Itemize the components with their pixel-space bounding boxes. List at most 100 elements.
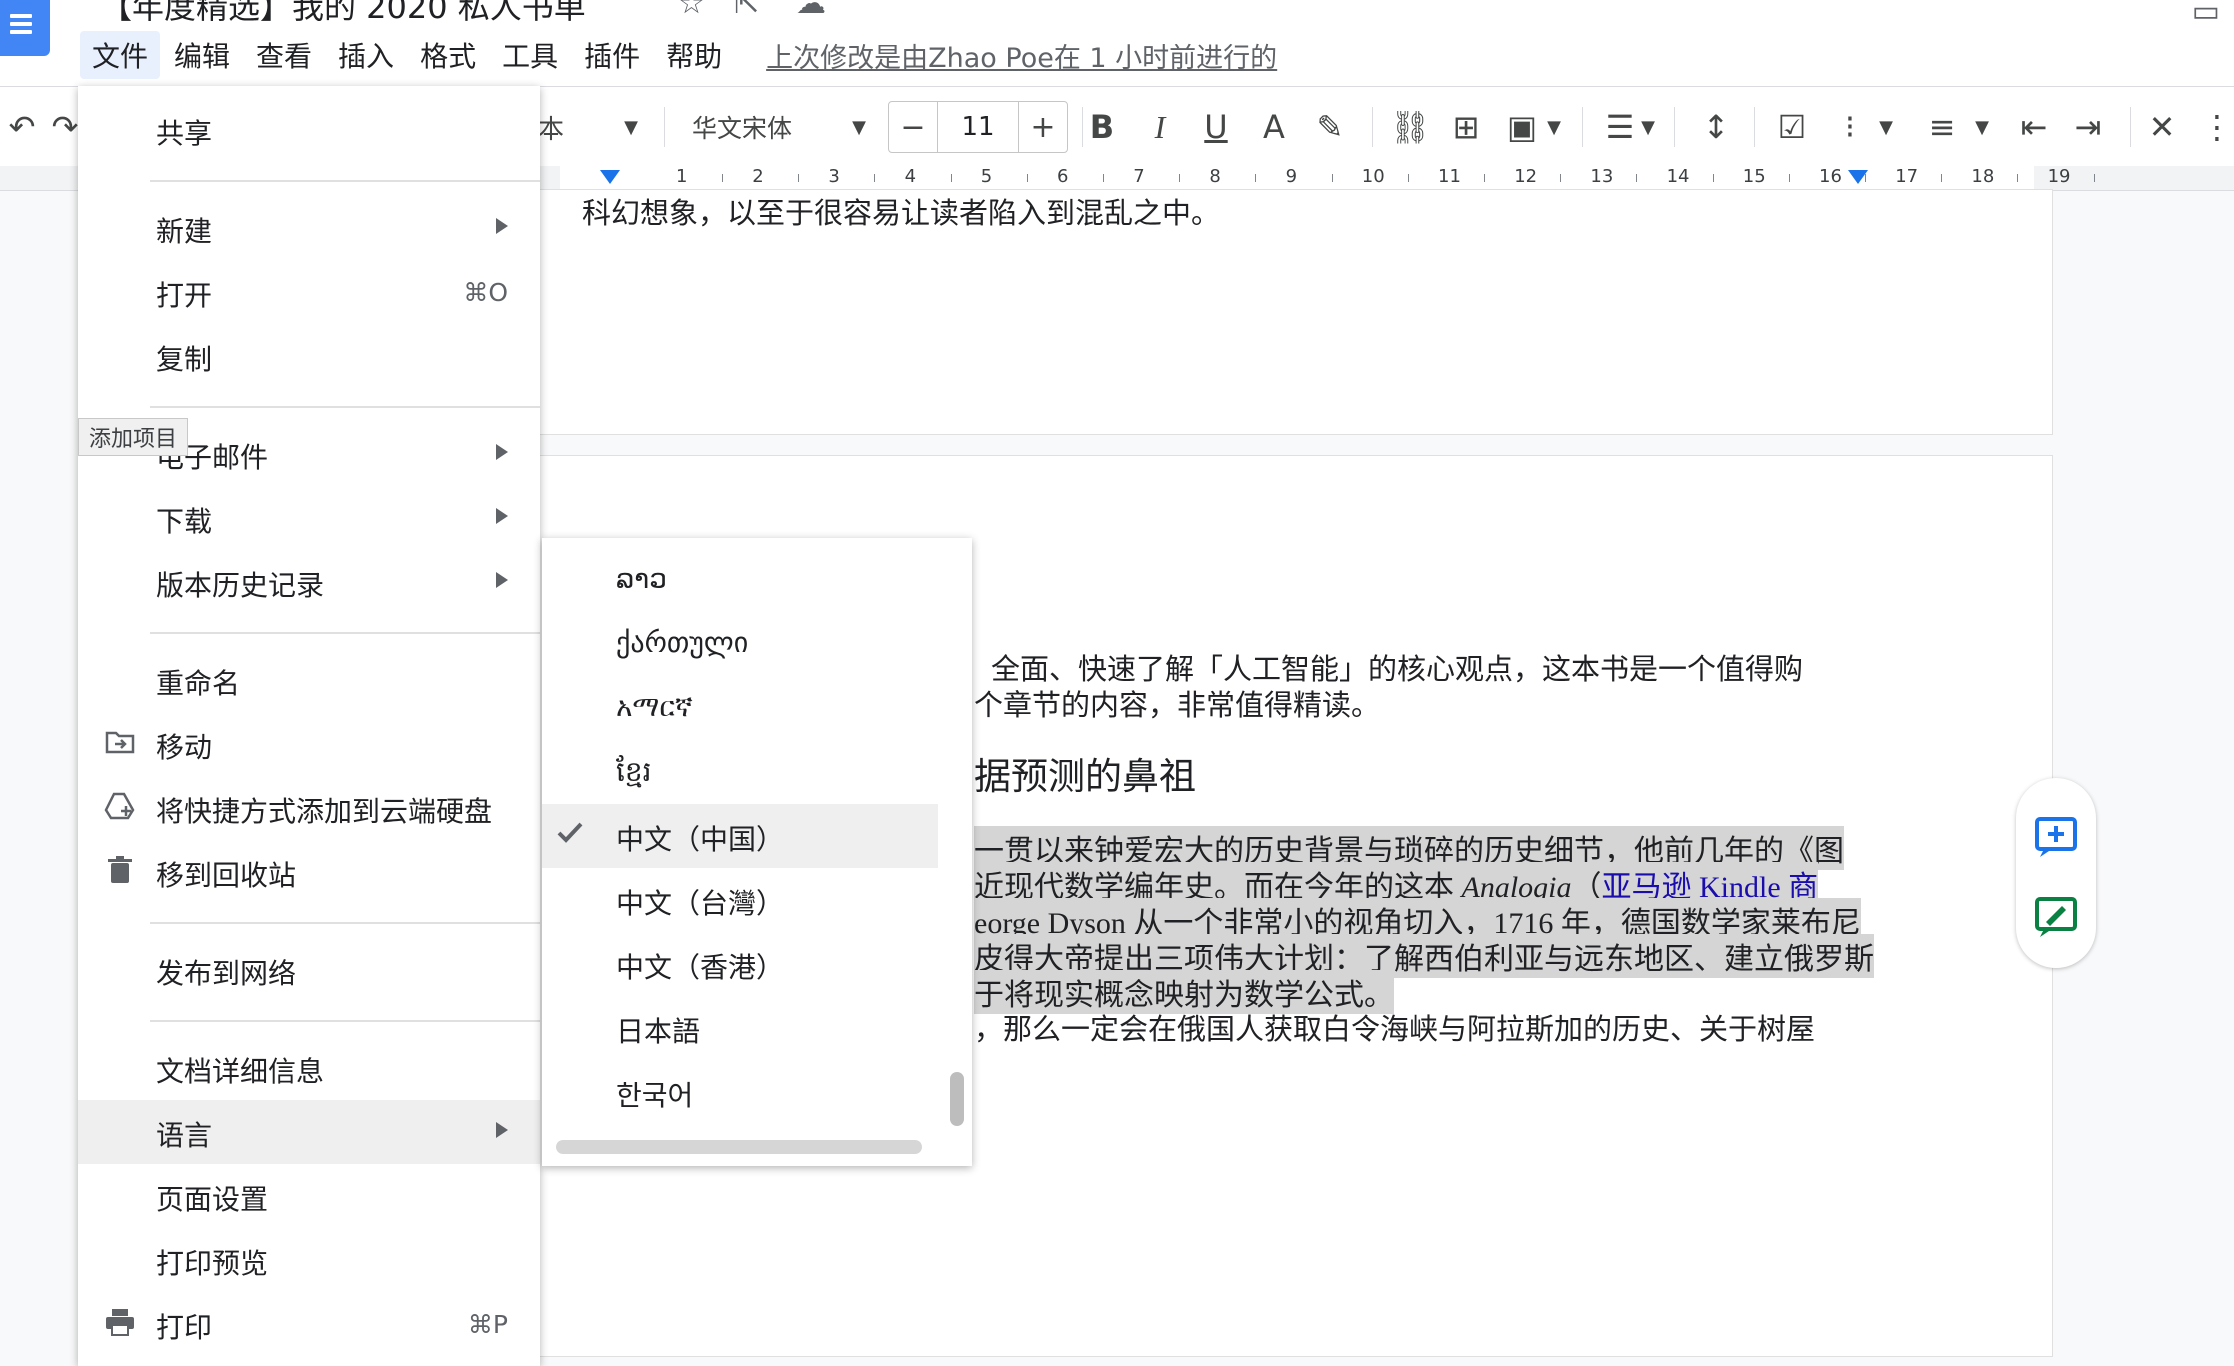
align-left-icon[interactable]: ☰ xyxy=(1600,87,1640,167)
menu-item-publish[interactable]: 发布到网络 xyxy=(78,938,540,1002)
menu-item-print-preview[interactable]: 打印预览 xyxy=(78,1228,540,1292)
menu-tools[interactable]: 工具 xyxy=(490,31,570,79)
menu-item-page-setup[interactable]: 页面设置 xyxy=(78,1164,540,1228)
checklist-icon[interactable]: ☑ xyxy=(1770,87,1814,167)
menu-item-label: 语言 xyxy=(156,1119,213,1152)
language-option[interactable]: 한국어 xyxy=(542,1060,938,1124)
language-option[interactable]: 日本語 xyxy=(542,996,938,1060)
menu-file[interactable]: 文件 xyxy=(80,31,161,79)
language-option[interactable]: ລາວ xyxy=(542,548,938,612)
chevron-down-icon[interactable]: ▼ xyxy=(1636,87,1660,167)
chevron-down-icon[interactable]: ▼ xyxy=(614,87,648,167)
bold-icon[interactable]: B xyxy=(1082,87,1122,167)
menu-format[interactable]: 格式 xyxy=(408,31,488,79)
last-edit-link[interactable]: 上次修改是由Zhao Poe在 1 小时前进行的 xyxy=(766,36,1277,75)
language-option-label: 中文（香港） xyxy=(616,951,785,984)
increase-font-size-button[interactable]: + xyxy=(1019,102,1067,152)
menu-item-new[interactable]: 新建 xyxy=(78,196,540,260)
menu-item-label: 移到回收站 xyxy=(156,859,297,892)
font-family-dropdown[interactable]: 华文宋体 xyxy=(692,87,842,167)
more-options-icon[interactable]: ⋮ xyxy=(2201,87,2233,167)
clear-formatting-icon[interactable]: ✕ xyxy=(2142,87,2182,167)
ruler-number: 13 xyxy=(1590,166,1614,187)
redo-icon[interactable]: ↷ xyxy=(50,87,80,167)
ruler-number: 4 xyxy=(904,166,917,187)
submenu-arrow-icon xyxy=(496,218,508,234)
ruler-number: 5 xyxy=(980,166,993,187)
font-size-input[interactable]: 11 xyxy=(937,102,1019,152)
toolbar-divider xyxy=(1674,107,1675,147)
menu-view[interactable]: 查看 xyxy=(244,31,324,79)
ruler-tick xyxy=(1026,174,1028,182)
menu-item-details[interactable]: 文档详细信息 xyxy=(78,1036,540,1100)
menu-edit[interactable]: 编辑 xyxy=(162,31,242,79)
doc-text-line: 科幻想象，以至于很容易让读者陷入到混乱之中。 xyxy=(582,196,1221,230)
menu-item-move[interactable]: 移动 xyxy=(78,712,540,776)
underline-icon[interactable]: U xyxy=(1196,87,1236,167)
horizontal-scrollbar[interactable] xyxy=(556,1140,922,1154)
insert-image-icon[interactable]: ▣ xyxy=(1502,87,1542,167)
undo-icon[interactable]: ↶ xyxy=(0,87,44,167)
menu-item-label: 发布到网络 xyxy=(156,957,297,990)
menu-item-copy[interactable]: 复制 xyxy=(78,324,540,388)
chevron-down-icon[interactable]: ▼ xyxy=(1970,87,1994,167)
add-comment-icon[interactable] xyxy=(2032,814,2080,862)
chevron-down-icon[interactable]: ▼ xyxy=(1874,87,1898,167)
menu-item-add-shortcut[interactable]: 将快捷方式添加到云端硬盘 xyxy=(78,776,540,840)
menu-item-rename[interactable]: 重命名 xyxy=(78,648,540,712)
chevron-down-icon[interactable]: ▼ xyxy=(1542,87,1566,167)
italic-icon[interactable]: I xyxy=(1140,87,1180,167)
menu-item-trash[interactable]: 移到回收站 xyxy=(78,840,540,904)
document-title[interactable]: 【年度精选】我的 2020 私人书单 xyxy=(100,0,586,28)
language-option-label: ລາວ xyxy=(616,562,667,595)
account-icon[interactable]: ▭ xyxy=(2192,0,2220,29)
language-option[interactable]: 中文（台灣） xyxy=(542,868,938,932)
document-page[interactable]: 科幻想象，以至于很容易让读者陷入到混乱之中。 xyxy=(500,190,2052,434)
submenu-arrow-icon xyxy=(496,444,508,460)
menu-item-download[interactable]: 下载 xyxy=(78,486,540,550)
menu-item-label: 共享 xyxy=(156,117,213,150)
menu-divider xyxy=(150,1020,540,1022)
menu-divider xyxy=(150,632,540,634)
language-option[interactable]: 中文（香港） xyxy=(542,932,938,996)
menu-item-label: 移动 xyxy=(156,731,213,764)
cloud-status-icon[interactable]: ☁ xyxy=(796,0,826,21)
docs-logo-icon[interactable] xyxy=(0,0,50,56)
menu-addons[interactable]: 插件 xyxy=(572,31,652,79)
add-comment-icon[interactable]: ⊞ xyxy=(1446,87,1486,167)
numbered-list-icon[interactable]: ≡ xyxy=(1922,87,1962,167)
toolbar-divider xyxy=(1754,107,1755,147)
increase-indent-icon[interactable]: ⇥ xyxy=(2068,87,2108,167)
move-folder-icon[interactable]: ⇱ xyxy=(734,0,759,21)
menu-insert[interactable]: 插入 xyxy=(326,31,406,79)
line-spacing-icon[interactable]: ↕ xyxy=(1694,87,1738,167)
menu-help[interactable]: 帮助 xyxy=(654,31,734,79)
ruler-tick xyxy=(1179,174,1181,182)
star-icon[interactable]: ☆ xyxy=(678,0,705,21)
menu-item-shortcut: ⌘P xyxy=(467,1310,508,1339)
insert-link-icon[interactable]: ⛓ xyxy=(1390,87,1431,167)
language-option[interactable]: ქართული xyxy=(542,612,938,676)
vertical-scrollbar[interactable] xyxy=(950,1072,964,1126)
menu-item-print[interactable]: 打印 ⌘P xyxy=(78,1292,540,1356)
text-color-icon[interactable]: A xyxy=(1254,87,1294,167)
language-option[interactable]: ខ្មែរ xyxy=(542,740,938,804)
ruler-tick xyxy=(1712,174,1714,182)
menu-item-language[interactable]: 语言 xyxy=(78,1100,540,1164)
language-option-label: 中文（台灣） xyxy=(616,887,785,920)
left-indent-marker[interactable] xyxy=(600,170,620,184)
menu-item-version-history[interactable]: 版本历史记录 xyxy=(78,550,540,614)
highlight-color-icon[interactable]: ✎ xyxy=(1310,87,1350,167)
menu-item-label: 新建 xyxy=(156,215,213,248)
menu-item-open[interactable]: 打开 ⌘O xyxy=(78,260,540,324)
bulleted-list-icon[interactable]: ⁝ xyxy=(1830,87,1870,167)
suggest-edit-icon[interactable] xyxy=(2032,894,2080,942)
decrease-font-size-button[interactable]: − xyxy=(889,102,937,152)
menu-item-share[interactable]: 共享 xyxy=(78,98,540,162)
decrease-indent-icon[interactable]: ⇤ xyxy=(2014,87,2054,167)
ruler-tick xyxy=(1941,174,1943,182)
language-option-selected[interactable]: 中文（中国） xyxy=(542,804,938,868)
language-option[interactable]: አማርኛ xyxy=(542,676,938,740)
chevron-down-icon[interactable]: ▼ xyxy=(842,87,876,167)
submenu-arrow-icon xyxy=(496,508,508,524)
